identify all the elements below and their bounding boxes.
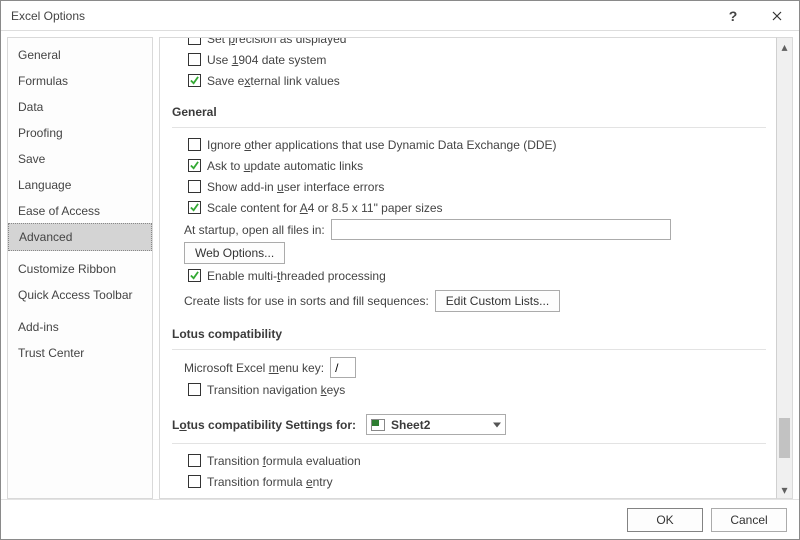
scroll-thumb[interactable] xyxy=(779,418,790,458)
use-1904-checkbox[interactable] xyxy=(188,53,201,66)
enable-multithreaded-label: Enable multi-threaded processing xyxy=(207,269,386,283)
set-precision-label: Set precision as displayed xyxy=(207,37,346,46)
category-sidebar: General Formulas Data Proofing Save Lang… xyxy=(7,37,153,499)
transition-formula-entry-label: Transition formula entry xyxy=(207,475,333,489)
create-lists-label: Create lists for use in sorts and fill s… xyxy=(184,294,429,308)
dialog-title: Excel Options xyxy=(11,9,711,23)
scale-a4-label: Scale content for A4 or 8.5 x 11" paper … xyxy=(207,201,443,215)
sidebar-item-data[interactable]: Data xyxy=(8,94,152,120)
dialog-footer: OK Cancel xyxy=(1,499,799,539)
use-1904-label: Use 1904 date system xyxy=(207,53,326,67)
sidebar-item-trust-center[interactable]: Trust Center xyxy=(8,340,152,366)
help-button[interactable]: ? xyxy=(711,1,755,31)
close-icon xyxy=(772,11,782,21)
options-content: Set precision as displayed Use 1904 date… xyxy=(159,37,776,499)
sidebar-item-add-ins[interactable]: Add-ins xyxy=(8,314,152,340)
scroll-up-arrow-icon[interactable]: ▴ xyxy=(777,38,792,55)
sidebar-item-proofing[interactable]: Proofing xyxy=(8,120,152,146)
web-options-button[interactable]: Web Options... xyxy=(184,242,285,264)
sheet-icon xyxy=(371,419,385,431)
lotus-compat-heading: Lotus compatibility xyxy=(172,319,766,345)
titlebar: Excel Options ? xyxy=(1,1,799,31)
chevron-down-icon xyxy=(493,422,501,427)
sidebar-item-language[interactable]: Language xyxy=(8,172,152,198)
transition-nav-keys-checkbox[interactable] xyxy=(188,383,201,396)
lotus-sheet-dropdown[interactable]: Sheet2 xyxy=(366,414,506,435)
close-button[interactable] xyxy=(755,1,799,31)
edit-custom-lists-button[interactable]: Edit Custom Lists... xyxy=(435,290,560,312)
sidebar-item-general[interactable]: General xyxy=(8,42,152,68)
sidebar-item-ease-of-access[interactable]: Ease of Access xyxy=(8,198,152,224)
sidebar-item-formulas[interactable]: Formulas xyxy=(8,68,152,94)
save-external-link-checkbox[interactable] xyxy=(188,74,201,87)
startup-open-input[interactable] xyxy=(331,219,671,240)
startup-open-label: At startup, open all files in: xyxy=(184,223,325,237)
scroll-down-arrow-icon[interactable]: ▾ xyxy=(777,481,792,498)
menu-key-input[interactable] xyxy=(330,357,356,378)
transition-formula-entry-checkbox[interactable] xyxy=(188,475,201,488)
set-precision-checkbox[interactable] xyxy=(188,37,201,45)
show-addin-errors-checkbox[interactable] xyxy=(188,180,201,193)
sidebar-item-quick-access-toolbar[interactable]: Quick Access Toolbar xyxy=(8,282,152,308)
ignore-dde-checkbox[interactable] xyxy=(188,138,201,151)
sidebar-item-save[interactable]: Save xyxy=(8,146,152,172)
transition-formula-eval-checkbox[interactable] xyxy=(188,454,201,467)
general-heading: General xyxy=(172,97,766,123)
menu-key-label: Microsoft Excel menu key: xyxy=(184,361,324,375)
excel-options-dialog: Excel Options ? General Formulas Data Pr… xyxy=(0,0,800,540)
show-addin-errors-label: Show add-in user interface errors xyxy=(207,180,384,194)
lotus-settings-heading: Lotus compatibility Settings for: Sheet2 xyxy=(172,406,766,439)
transition-nav-keys-label: Transition navigation keys xyxy=(207,383,345,397)
ask-update-links-checkbox[interactable] xyxy=(188,159,201,172)
transition-formula-eval-label: Transition formula evaluation xyxy=(207,454,361,468)
sidebar-item-customize-ribbon[interactable]: Customize Ribbon xyxy=(8,256,152,282)
scale-a4-checkbox[interactable] xyxy=(188,201,201,214)
ignore-dde-label: Ignore other applications that use Dynam… xyxy=(207,138,557,152)
enable-multithreaded-checkbox[interactable] xyxy=(188,269,201,282)
ok-button[interactable]: OK xyxy=(627,508,703,532)
save-external-link-label: Save external link values xyxy=(207,74,340,88)
cancel-button[interactable]: Cancel xyxy=(711,508,787,532)
sidebar-item-advanced[interactable]: Advanced xyxy=(8,223,152,251)
ask-update-links-label: Ask to update automatic links xyxy=(207,159,363,173)
vertical-scrollbar[interactable]: ▴ ▾ xyxy=(776,37,793,499)
